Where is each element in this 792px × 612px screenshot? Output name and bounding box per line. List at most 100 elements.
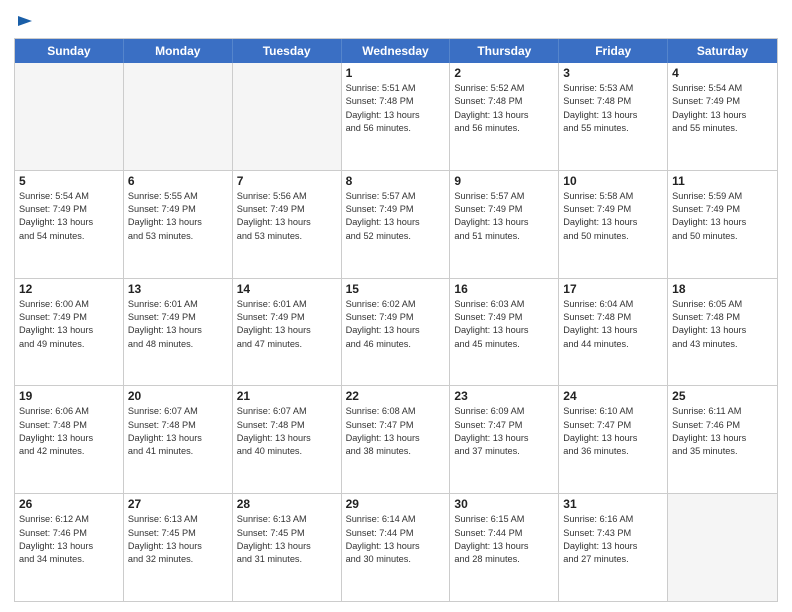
cell-line-1: Sunset: 7:46 PM bbox=[19, 527, 119, 540]
cell-line-1: Sunset: 7:48 PM bbox=[672, 311, 773, 324]
day-number: 25 bbox=[672, 389, 773, 403]
cell-line-2: Daylight: 13 hours bbox=[563, 540, 663, 553]
calendar-cell-r1-c5: 10Sunrise: 5:58 AMSunset: 7:49 PMDayligh… bbox=[559, 171, 668, 278]
cell-line-3: and 51 minutes. bbox=[454, 230, 554, 243]
cell-line-0: Sunrise: 5:53 AM bbox=[563, 82, 663, 95]
day-number: 24 bbox=[563, 389, 663, 403]
cell-line-3: and 54 minutes. bbox=[19, 230, 119, 243]
cell-line-3: and 28 minutes. bbox=[454, 553, 554, 566]
cell-line-2: Daylight: 13 hours bbox=[563, 109, 663, 122]
header-day-wednesday: Wednesday bbox=[342, 39, 451, 63]
calendar-cell-r4-c6 bbox=[668, 494, 777, 601]
calendar-cell-r3-c4: 23Sunrise: 6:09 AMSunset: 7:47 PMDayligh… bbox=[450, 386, 559, 493]
cell-line-1: Sunset: 7:49 PM bbox=[237, 203, 337, 216]
cell-line-2: Daylight: 13 hours bbox=[454, 216, 554, 229]
cell-line-0: Sunrise: 6:10 AM bbox=[563, 405, 663, 418]
header-day-saturday: Saturday bbox=[668, 39, 777, 63]
calendar-cell-r4-c1: 27Sunrise: 6:13 AMSunset: 7:45 PMDayligh… bbox=[124, 494, 233, 601]
day-number: 22 bbox=[346, 389, 446, 403]
cell-line-3: and 53 minutes. bbox=[128, 230, 228, 243]
day-number: 14 bbox=[237, 282, 337, 296]
calendar-cell-r3-c6: 25Sunrise: 6:11 AMSunset: 7:46 PMDayligh… bbox=[668, 386, 777, 493]
calendar-cell-r2-c5: 17Sunrise: 6:04 AMSunset: 7:48 PMDayligh… bbox=[559, 279, 668, 386]
calendar-cell-r1-c6: 11Sunrise: 5:59 AMSunset: 7:49 PMDayligh… bbox=[668, 171, 777, 278]
day-number: 7 bbox=[237, 174, 337, 188]
calendar-cell-r1-c4: 9Sunrise: 5:57 AMSunset: 7:49 PMDaylight… bbox=[450, 171, 559, 278]
cell-line-0: Sunrise: 6:06 AM bbox=[19, 405, 119, 418]
calendar-body: 1Sunrise: 5:51 AMSunset: 7:48 PMDaylight… bbox=[15, 63, 777, 601]
calendar-cell-r4-c3: 29Sunrise: 6:14 AMSunset: 7:44 PMDayligh… bbox=[342, 494, 451, 601]
calendar-cell-r2-c4: 16Sunrise: 6:03 AMSunset: 7:49 PMDayligh… bbox=[450, 279, 559, 386]
cell-line-0: Sunrise: 5:52 AM bbox=[454, 82, 554, 95]
calendar-cell-r0-c5: 3Sunrise: 5:53 AMSunset: 7:48 PMDaylight… bbox=[559, 63, 668, 170]
cell-line-1: Sunset: 7:49 PM bbox=[19, 203, 119, 216]
cell-line-1: Sunset: 7:49 PM bbox=[346, 203, 446, 216]
cell-line-0: Sunrise: 6:15 AM bbox=[454, 513, 554, 526]
cell-line-3: and 27 minutes. bbox=[563, 553, 663, 566]
cell-line-0: Sunrise: 6:13 AM bbox=[237, 513, 337, 526]
cell-line-2: Daylight: 13 hours bbox=[237, 216, 337, 229]
cell-line-1: Sunset: 7:47 PM bbox=[563, 419, 663, 432]
cell-line-0: Sunrise: 5:51 AM bbox=[346, 82, 446, 95]
cell-line-2: Daylight: 13 hours bbox=[237, 324, 337, 337]
day-number: 17 bbox=[563, 282, 663, 296]
cell-line-0: Sunrise: 6:14 AM bbox=[346, 513, 446, 526]
cell-line-1: Sunset: 7:49 PM bbox=[672, 95, 773, 108]
cell-line-0: Sunrise: 5:58 AM bbox=[563, 190, 663, 203]
calendar-cell-r2-c6: 18Sunrise: 6:05 AMSunset: 7:48 PMDayligh… bbox=[668, 279, 777, 386]
calendar-cell-r3-c3: 22Sunrise: 6:08 AMSunset: 7:47 PMDayligh… bbox=[342, 386, 451, 493]
cell-line-1: Sunset: 7:49 PM bbox=[346, 311, 446, 324]
cell-line-2: Daylight: 13 hours bbox=[346, 216, 446, 229]
cell-line-0: Sunrise: 5:56 AM bbox=[237, 190, 337, 203]
cell-line-1: Sunset: 7:44 PM bbox=[346, 527, 446, 540]
header-day-thursday: Thursday bbox=[450, 39, 559, 63]
cell-line-0: Sunrise: 5:55 AM bbox=[128, 190, 228, 203]
day-number: 27 bbox=[128, 497, 228, 511]
main-container: SundayMondayTuesdayWednesdayThursdayFrid… bbox=[0, 0, 792, 612]
cell-line-0: Sunrise: 5:57 AM bbox=[346, 190, 446, 203]
cell-line-2: Daylight: 13 hours bbox=[128, 432, 228, 445]
day-number: 19 bbox=[19, 389, 119, 403]
day-number: 4 bbox=[672, 66, 773, 80]
cell-line-1: Sunset: 7:49 PM bbox=[128, 311, 228, 324]
day-number: 16 bbox=[454, 282, 554, 296]
cell-line-1: Sunset: 7:49 PM bbox=[237, 311, 337, 324]
cell-line-3: and 55 minutes. bbox=[563, 122, 663, 135]
calendar-row-3: 19Sunrise: 6:06 AMSunset: 7:48 PMDayligh… bbox=[15, 386, 777, 494]
cell-line-1: Sunset: 7:45 PM bbox=[237, 527, 337, 540]
day-number: 9 bbox=[454, 174, 554, 188]
calendar-cell-r4-c2: 28Sunrise: 6:13 AMSunset: 7:45 PMDayligh… bbox=[233, 494, 342, 601]
cell-line-1: Sunset: 7:48 PM bbox=[346, 95, 446, 108]
cell-line-2: Daylight: 13 hours bbox=[237, 540, 337, 553]
day-number: 30 bbox=[454, 497, 554, 511]
cell-line-1: Sunset: 7:49 PM bbox=[19, 311, 119, 324]
cell-line-1: Sunset: 7:48 PM bbox=[454, 95, 554, 108]
day-number: 12 bbox=[19, 282, 119, 296]
cell-line-0: Sunrise: 6:01 AM bbox=[128, 298, 228, 311]
cell-line-2: Daylight: 13 hours bbox=[672, 109, 773, 122]
cell-line-3: and 37 minutes. bbox=[454, 445, 554, 458]
cell-line-2: Daylight: 13 hours bbox=[128, 216, 228, 229]
cell-line-2: Daylight: 13 hours bbox=[237, 432, 337, 445]
cell-line-1: Sunset: 7:44 PM bbox=[454, 527, 554, 540]
cell-line-2: Daylight: 13 hours bbox=[672, 216, 773, 229]
calendar-cell-r1-c1: 6Sunrise: 5:55 AMSunset: 7:49 PMDaylight… bbox=[124, 171, 233, 278]
cell-line-3: and 52 minutes. bbox=[346, 230, 446, 243]
day-number: 11 bbox=[672, 174, 773, 188]
calendar-cell-r0-c6: 4Sunrise: 5:54 AMSunset: 7:49 PMDaylight… bbox=[668, 63, 777, 170]
cell-line-2: Daylight: 13 hours bbox=[672, 324, 773, 337]
cell-line-1: Sunset: 7:47 PM bbox=[454, 419, 554, 432]
calendar-cell-r2-c3: 15Sunrise: 6:02 AMSunset: 7:49 PMDayligh… bbox=[342, 279, 451, 386]
cell-line-3: and 50 minutes. bbox=[672, 230, 773, 243]
day-number: 13 bbox=[128, 282, 228, 296]
cell-line-1: Sunset: 7:49 PM bbox=[128, 203, 228, 216]
cell-line-1: Sunset: 7:49 PM bbox=[563, 203, 663, 216]
cell-line-0: Sunrise: 6:02 AM bbox=[346, 298, 446, 311]
cell-line-1: Sunset: 7:48 PM bbox=[563, 311, 663, 324]
day-number: 15 bbox=[346, 282, 446, 296]
cell-line-2: Daylight: 13 hours bbox=[19, 324, 119, 337]
cell-line-3: and 56 minutes. bbox=[454, 122, 554, 135]
cell-line-0: Sunrise: 6:11 AM bbox=[672, 405, 773, 418]
cell-line-1: Sunset: 7:48 PM bbox=[128, 419, 228, 432]
cell-line-3: and 34 minutes. bbox=[19, 553, 119, 566]
